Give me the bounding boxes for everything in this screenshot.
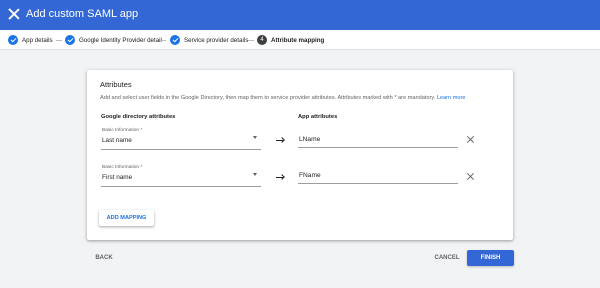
app-attribute-value: LName: [299, 136, 321, 143]
select-value: Last name: [102, 137, 132, 144]
step-sp-details[interactable]: Service provider details: [170, 34, 248, 46]
select-category-label: Basic Information *: [102, 128, 143, 133]
stepper: App details Google Identity Provider det…: [0, 30, 600, 50]
select-value: First name: [102, 174, 133, 181]
remove-mapping-icon[interactable]: [467, 136, 474, 143]
check-icon: [65, 35, 75, 45]
learn-more-link[interactable]: Learn more: [437, 95, 466, 101]
cancel-button[interactable]: CANCEL: [432, 252, 462, 264]
step-label: App details: [22, 36, 53, 44]
step-divider: [160, 40, 166, 41]
google-attributes-header: Google directory attributes: [101, 114, 176, 120]
add-mapping-button[interactable]: ADD MAPPING: [99, 210, 154, 226]
app-attributes-header: App attributes: [298, 114, 338, 120]
app-attribute-input[interactable]: LName: [298, 134, 458, 148]
step-label: Google Identity Provider detail: [79, 36, 162, 44]
step-label: Service provider details: [184, 36, 249, 44]
remove-mapping-icon[interactable]: [467, 173, 474, 180]
card-description: Add and select user fields in the Google…: [100, 95, 465, 101]
arrow-right-icon: [276, 137, 284, 143]
directory-attribute-select[interactable]: Basic Information * First name: [101, 165, 261, 187]
app-header: Add custom SAML app: [0, 0, 600, 30]
chevron-down-icon: [253, 173, 257, 176]
back-button[interactable]: BACK: [92, 252, 116, 264]
check-icon: [170, 35, 180, 45]
step-divider: [248, 40, 254, 41]
select-category-label: Basic Information *: [102, 165, 143, 170]
attributes-card: Attributes Add and select user fields in…: [87, 70, 513, 240]
step-attribute-mapping[interactable]: 4 Attribute mapping: [257, 34, 324, 46]
arrow-right-icon: [276, 174, 284, 180]
finish-button[interactable]: FINISH: [467, 250, 514, 266]
app-attribute-input[interactable]: FName: [298, 170, 458, 184]
page-title: Add custom SAML app: [26, 8, 139, 20]
step-number: 4: [257, 35, 267, 45]
step-divider: [56, 40, 62, 41]
step-label: Attribute mapping: [271, 36, 325, 44]
step-app-details[interactable]: App details: [8, 34, 53, 46]
check-icon: [8, 35, 18, 45]
directory-attribute-select[interactable]: Basic Information * Last name: [101, 128, 261, 150]
step-idp-details[interactable]: Google Identity Provider detail: [65, 34, 162, 46]
card-title: Attributes: [100, 80, 132, 89]
description-text: Add and select user fields in the Google…: [100, 95, 436, 101]
app-attribute-value: FName: [299, 172, 321, 179]
chevron-down-icon: [253, 136, 257, 139]
close-icon[interactable]: [8, 8, 20, 20]
